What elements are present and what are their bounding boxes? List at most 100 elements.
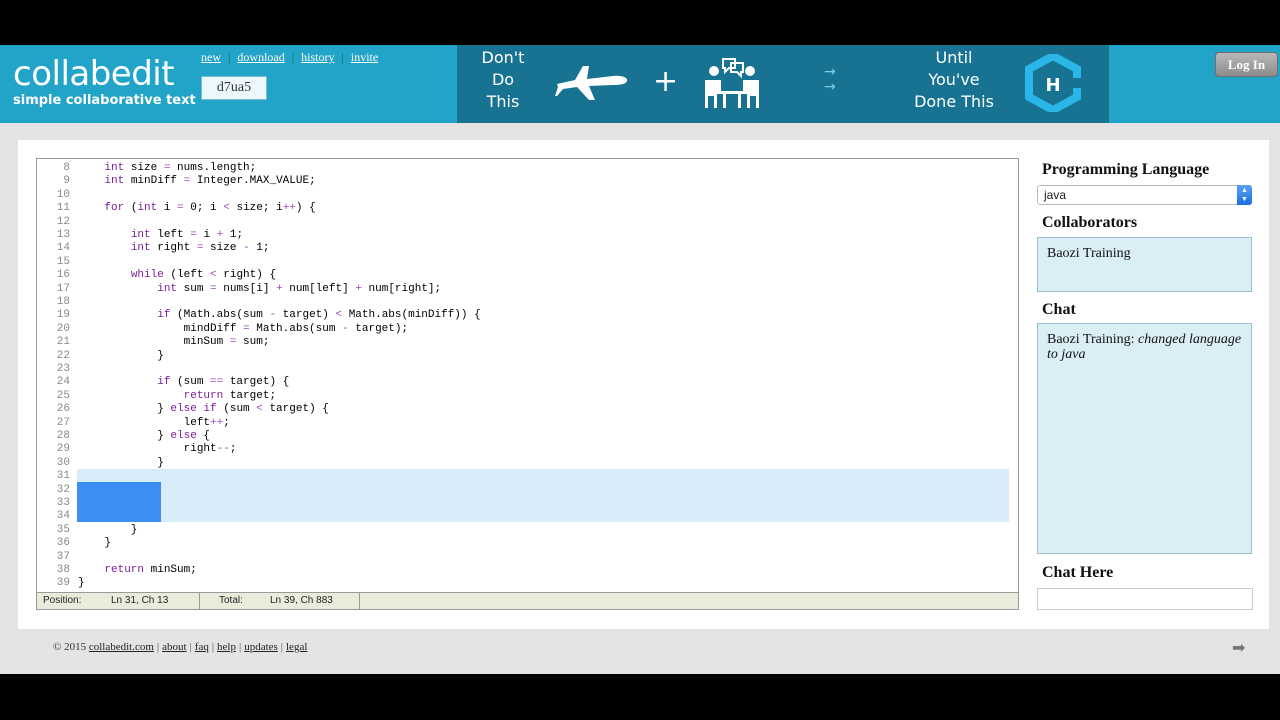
code-line[interactable]: 33 (37, 497, 1009, 510)
line-code[interactable]: } (78, 350, 164, 363)
code-line[interactable]: 38 return minSum; (37, 564, 1009, 577)
code-line[interactable]: 29 right--; (37, 443, 1009, 456)
airplane-icon (555, 66, 628, 100)
code-line[interactable]: 15 (37, 256, 1009, 269)
footer-link-faq[interactable]: faq (195, 641, 209, 653)
next-arrow-icon[interactable]: ➡ (1232, 638, 1245, 657)
code-line[interactable]: 34 (37, 510, 1009, 523)
line-code[interactable]: } else { (78, 430, 210, 443)
line-code[interactable]: int sum = nums[i] + num[left] + num[righ… (78, 283, 441, 296)
code-line[interactable]: 8 int size = nums.length; (37, 162, 1009, 175)
line-code[interactable]: left++; (78, 417, 230, 430)
login-button[interactable]: Log In (1215, 52, 1278, 77)
code-line[interactable]: 27 left++; (37, 417, 1009, 430)
nav-link-download[interactable]: download (237, 50, 284, 64)
line-number: 25 (56, 389, 70, 402)
line-number: 28 (56, 430, 70, 442)
code-line[interactable]: 11 for (int i = 0; i < size; i++) { (37, 202, 1009, 215)
line-code[interactable]: int minDiff = Integer.MAX_VALUE; (78, 175, 315, 188)
code-line[interactable]: 24 if (sum == target) { (37, 376, 1009, 389)
nav-link-new[interactable]: new (201, 50, 221, 64)
code-line[interactable]: 36 } (37, 537, 1009, 550)
footer-link-site[interactable]: collabedit.com (89, 641, 154, 653)
logo-name: collabedit (13, 54, 175, 94)
code-line[interactable]: 9 int minDiff = Integer.MAX_VALUE; (37, 175, 1009, 188)
line-number: 9 (63, 175, 70, 188)
language-select[interactable]: java ▲ ▼ (1037, 185, 1252, 205)
code-line[interactable]: 18 (37, 296, 1009, 309)
code-area[interactable]: 8 int size = nums.length; 9 int minDiff =… (37, 159, 1018, 592)
line-code[interactable]: if (Math.abs(sum - target) < Math.abs(mi… (78, 309, 481, 322)
editor-status-bar: Position: Ln 31, Ch 13 Total: Ln 39, Ch … (37, 592, 1018, 609)
line-code[interactable]: } (78, 537, 111, 550)
footer-link-legal[interactable]: legal (286, 641, 307, 653)
code-line[interactable]: 21 minSum = sum; (37, 336, 1009, 349)
chat-message: Baozi Training: changed language to java (1047, 332, 1242, 362)
nav-separator: | (341, 50, 344, 64)
code-line[interactable]: 22 } (37, 350, 1009, 363)
line-number: 20 (56, 322, 70, 335)
line-number: 17 (56, 282, 70, 295)
code-line[interactable]: 17 int sum = nums[i] + num[left] + num[r… (37, 283, 1009, 296)
footer-link-help[interactable]: help (217, 641, 236, 653)
code-line[interactable]: 30 } (37, 457, 1009, 470)
line-number: 24 (56, 376, 70, 389)
line-number: 33 (56, 497, 70, 509)
code-line[interactable]: 16 while (left < right) { (37, 269, 1009, 282)
code-line[interactable]: 10 (37, 189, 1009, 202)
ad-banner[interactable]: Don't Do This + → → Until You've Done Th… (457, 45, 1109, 123)
code-editor[interactable]: 8 int size = nums.length; 9 int minDiff =… (36, 158, 1019, 610)
nav-link-history[interactable]: history (301, 50, 334, 64)
line-code[interactable]: if (sum == target) { (78, 376, 289, 389)
line-code[interactable]: return minSum; (78, 564, 196, 577)
status-divider (359, 593, 360, 609)
line-code[interactable]: } (78, 577, 85, 590)
line-number: 32 (56, 483, 70, 496)
footer-link-updates[interactable]: updates (244, 641, 278, 653)
line-code[interactable]: int right = size - 1; (78, 242, 270, 255)
logo[interactable]: collabedit simple collaborative text (13, 55, 196, 109)
code-line[interactable]: 25 return target; (37, 390, 1009, 403)
line-number: 39 (56, 577, 70, 590)
line-code[interactable]: int size = nums.length; (78, 162, 256, 175)
code-line[interactable]: 35 } (37, 524, 1009, 537)
code-line[interactable]: 19 if (Math.abs(sum - target) < Math.abs… (37, 309, 1009, 322)
footer-link-about[interactable]: about (162, 641, 186, 653)
code-line[interactable]: 28 } else { (37, 430, 1009, 443)
code-line[interactable]: 13 int left = i + 1; (37, 229, 1009, 242)
select-arrows-icon[interactable]: ▲ ▼ (1237, 185, 1252, 205)
line-code[interactable]: while (left < right) { (78, 269, 276, 282)
code-line[interactable]: 37 (37, 551, 1009, 564)
line-number: 14 (56, 242, 70, 255)
logo-tagline: simple collaborative text (13, 93, 196, 108)
code-line[interactable]: 26 } else if (sum < target) { (37, 403, 1009, 416)
footer-separator: | (189, 641, 192, 653)
line-code[interactable]: minSum = sum; (78, 336, 270, 349)
line-code[interactable]: for (int i = 0; i < size; i++) { (78, 202, 315, 215)
code-line[interactable]: 31 (37, 470, 1009, 483)
code-line[interactable]: 39} (37, 577, 1009, 590)
nav-link-invite[interactable]: invite (351, 50, 378, 64)
chat-input[interactable] (1037, 588, 1253, 610)
line-code[interactable]: mindDiff = Math.abs(sum - target); (78, 323, 408, 336)
chat-here-heading: Chat Here (1042, 564, 1114, 581)
total-label: Total: (219, 595, 243, 606)
code-line[interactable]: 14 int right = size - 1; (37, 242, 1009, 255)
line-code[interactable]: } (78, 524, 138, 537)
code-line[interactable]: 12 (37, 216, 1009, 229)
line-code[interactable]: } else if (sum < target) { (78, 403, 329, 416)
line-number: 8 (63, 162, 70, 174)
line-number: 16 (56, 269, 70, 282)
site-header: collabedit simple collaborative text new… (0, 45, 1280, 123)
code-line[interactable]: 20 mindDiff = Math.abs(sum - target); (37, 323, 1009, 336)
collaborators-list: Baozi Training (1037, 237, 1252, 292)
document-id-field[interactable]: d7ua5 (201, 76, 267, 100)
code-line[interactable]: 23 (37, 363, 1009, 376)
line-code[interactable]: return target; (78, 390, 276, 403)
line-number: 18 (56, 296, 70, 308)
line-code[interactable]: } (78, 457, 164, 470)
hexagon-logo-icon: H (1025, 54, 1081, 112)
code-line[interactable]: 32 (37, 484, 1009, 497)
line-code[interactable]: int left = i + 1; (78, 229, 243, 242)
line-code[interactable]: right--; (78, 443, 237, 456)
